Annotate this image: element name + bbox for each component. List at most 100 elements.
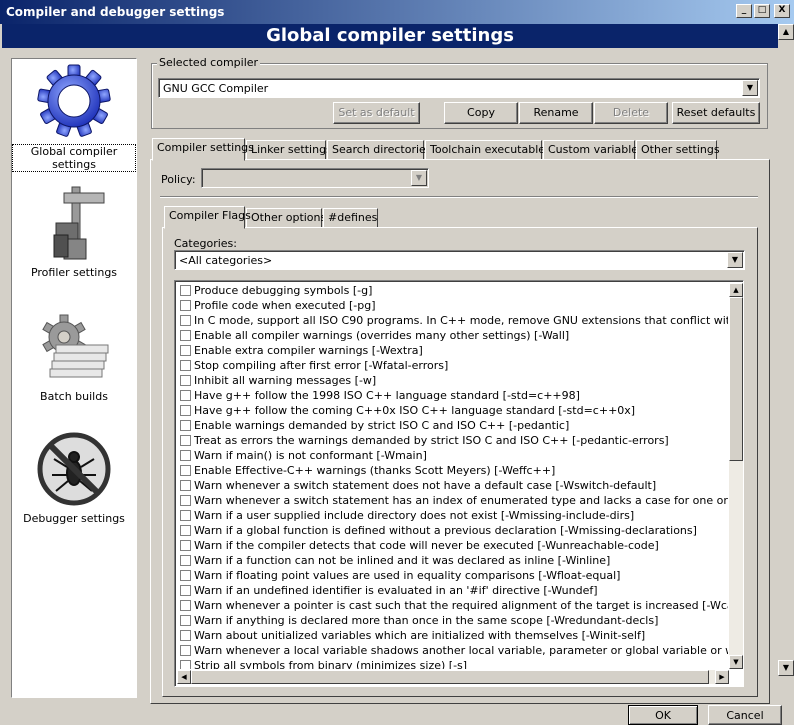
flag-checkbox[interactable]: [180, 615, 191, 626]
flag-label: Warn if the compiler detects that code w…: [194, 539, 659, 552]
flag-checkbox[interactable]: [180, 345, 191, 356]
flag-row[interactable]: Warn if a global function is defined wit…: [177, 523, 728, 538]
flag-checkbox[interactable]: [180, 495, 191, 506]
tab-defines[interactable]: #defines: [323, 208, 378, 228]
scroll-down-icon[interactable]: ▼: [729, 655, 743, 669]
sidebar-item-global-compiler[interactable]: Global compiler settings: [12, 61, 136, 172]
tab-search-directories[interactable]: Search directories: [327, 140, 432, 160]
scroll-left-icon[interactable]: ◀: [177, 670, 191, 684]
close-button[interactable]: X: [774, 4, 790, 18]
flag-row[interactable]: Warn whenever a switch statement does no…: [177, 478, 728, 493]
flag-checkbox[interactable]: [180, 435, 191, 446]
set-default-button[interactable]: Set as default: [333, 102, 420, 124]
flag-row[interactable]: Have g++ follow the coming C++0x ISO C++…: [177, 403, 728, 418]
tab-other-options[interactable]: Other options: [246, 208, 326, 228]
flag-row[interactable]: Warn if floating point values are used i…: [177, 568, 728, 583]
flag-label: Warn if a global function is defined wit…: [194, 524, 697, 537]
flag-checkbox[interactable]: [180, 480, 191, 491]
flag-checkbox[interactable]: [180, 360, 191, 371]
flag-checkbox[interactable]: [180, 375, 191, 386]
flag-checkbox[interactable]: [180, 555, 191, 566]
chevron-down-icon[interactable]: ▼: [411, 170, 427, 186]
flag-checkbox[interactable]: [180, 570, 191, 581]
flag-row[interactable]: Warn if an undefined identifier is evalu…: [177, 583, 728, 598]
flag-row[interactable]: Treat as errors the warnings demanded by…: [177, 433, 728, 448]
flag-row[interactable]: Strip all symbols from binary (minimizes…: [177, 658, 728, 669]
flag-row[interactable]: Have g++ follow the 1998 ISO C++ languag…: [177, 388, 728, 403]
flag-row[interactable]: Produce debugging symbols [-g]: [177, 283, 728, 298]
flag-row[interactable]: Warn if the compiler detects that code w…: [177, 538, 728, 553]
tab-other-settings[interactable]: Other settings: [636, 140, 720, 160]
flag-checkbox[interactable]: [180, 465, 191, 476]
flag-row[interactable]: Enable all compiler warnings (overrides …: [177, 328, 728, 343]
tab-custom-variables[interactable]: Custom variables: [543, 140, 644, 160]
scroll-up-icon[interactable]: ▲: [778, 24, 794, 40]
rename-button[interactable]: Rename: [519, 102, 593, 124]
maximize-button[interactable]: □: [754, 4, 770, 18]
flag-label: Enable all compiler warnings (overrides …: [194, 329, 570, 342]
flag-checkbox[interactable]: [180, 450, 191, 461]
minimize-button[interactable]: _: [736, 4, 752, 18]
tab-toolchain-executables[interactable]: Toolchain executables: [425, 140, 551, 160]
flag-checkbox[interactable]: [180, 300, 191, 311]
flag-row[interactable]: Warn whenever a pointer is cast such tha…: [177, 598, 728, 613]
flag-checkbox[interactable]: [180, 405, 191, 416]
caliper-icon: [53, 186, 105, 260]
flag-label: Warn about unitialized variables which a…: [194, 629, 646, 642]
flag-checkbox[interactable]: [180, 420, 191, 431]
flag-checkbox[interactable]: [180, 600, 191, 611]
flag-row[interactable]: Stop compiling after first error [-Wfata…: [177, 358, 728, 373]
vertical-scrollbar[interactable]: ▲ ▼: [729, 283, 743, 669]
delete-button[interactable]: Delete: [594, 102, 668, 124]
flag-row[interactable]: In C mode, support all ISO C90 programs.…: [177, 313, 728, 328]
flag-checkbox[interactable]: [180, 525, 191, 536]
flag-checkbox[interactable]: [180, 390, 191, 401]
flag-checkbox[interactable]: [180, 660, 191, 669]
flag-checkbox[interactable]: [180, 645, 191, 656]
tab-compiler-flags[interactable]: Compiler Flags: [164, 206, 251, 229]
scroll-down-icon[interactable]: ▼: [778, 660, 794, 676]
sidebar-item-batch-builds[interactable]: Batch builds: [12, 307, 136, 403]
compiler-select[interactable]: GNU GCC Compiler ▼: [158, 78, 760, 98]
scroll-up-icon[interactable]: ▲: [729, 283, 743, 297]
flag-checkbox[interactable]: [180, 510, 191, 521]
flag-row[interactable]: Inhibit all warning messages [-w]: [177, 373, 728, 388]
flag-row[interactable]: Warn if a user supplied include director…: [177, 508, 728, 523]
flag-row[interactable]: Warn whenever a switch statement has an …: [177, 493, 728, 508]
flag-row[interactable]: Warn whenever a local variable shadows a…: [177, 643, 728, 658]
group-legend: Selected compiler: [157, 56, 261, 69]
reset-defaults-button[interactable]: Reset defaults: [672, 102, 760, 124]
flag-row[interactable]: Warn if anything is declared more than o…: [177, 613, 728, 628]
flag-checkbox[interactable]: [180, 285, 191, 296]
flag-label: Warn if anything is declared more than o…: [194, 614, 659, 627]
chevron-down-icon[interactable]: ▼: [742, 80, 758, 96]
scroll-thumb[interactable]: [191, 670, 709, 684]
flag-checkbox[interactable]: [180, 540, 191, 551]
policy-select[interactable]: ▼: [201, 168, 429, 188]
flag-checkbox[interactable]: [180, 630, 191, 641]
window-scrollbar[interactable]: ▲ ▼: [778, 24, 794, 714]
ok-button[interactable]: OK: [628, 705, 698, 725]
scroll-right-icon[interactable]: ▶: [715, 670, 729, 684]
flag-row[interactable]: Warn about unitialized variables which a…: [177, 628, 728, 643]
flag-row[interactable]: Warn if main() is not conformant [-Wmain…: [177, 448, 728, 463]
tab-linker-settings[interactable]: Linker settings: [246, 140, 332, 160]
flag-row[interactable]: Enable warnings demanded by strict ISO C…: [177, 418, 728, 433]
flag-checkbox[interactable]: [180, 315, 191, 326]
flag-row[interactable]: Enable extra compiler warnings [-Wextra]: [177, 343, 728, 358]
flag-row[interactable]: Warn if a function can not be inlined an…: [177, 553, 728, 568]
tab-compiler-settings[interactable]: Compiler settings: [152, 138, 254, 161]
copy-button[interactable]: Copy: [444, 102, 518, 124]
title-bar: Compiler and debugger settings _ □ X: [0, 0, 794, 24]
scroll-thumb[interactable]: [729, 297, 743, 461]
sidebar-item-debugger[interactable]: Debugger settings: [12, 429, 136, 525]
sidebar-item-profiler[interactable]: Profiler settings: [12, 183, 136, 279]
cancel-button[interactable]: Cancel: [708, 705, 782, 725]
horizontal-scrollbar[interactable]: ◀ ▶: [177, 670, 729, 684]
chevron-down-icon[interactable]: ▼: [727, 252, 743, 268]
flag-row[interactable]: Enable Effective-C++ warnings (thanks Sc…: [177, 463, 728, 478]
categories-select[interactable]: <All categories> ▼: [174, 250, 745, 270]
flag-checkbox[interactable]: [180, 330, 191, 341]
flag-checkbox[interactable]: [180, 585, 191, 596]
flag-row[interactable]: Profile code when executed [-pg]: [177, 298, 728, 313]
